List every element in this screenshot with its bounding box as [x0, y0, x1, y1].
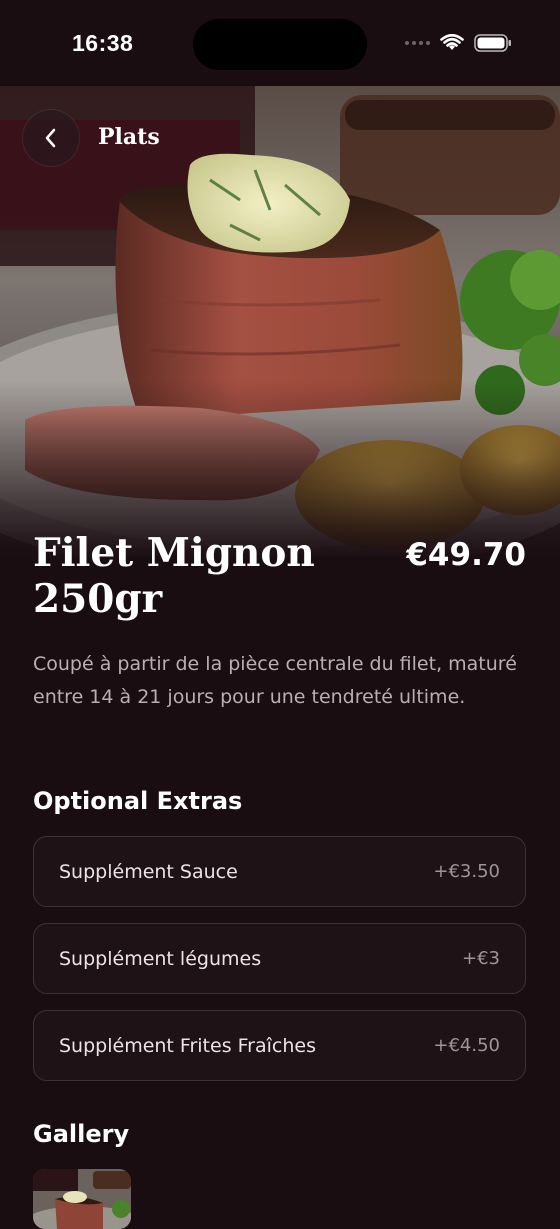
- gallery-thumbnail[interactable]: [33, 1169, 131, 1229]
- extra-item-fries[interactable]: Supplément Frites Fraîches +€4.50: [33, 1010, 526, 1081]
- status-time: 16:38: [72, 30, 134, 56]
- nav-title[interactable]: Plats: [98, 124, 160, 150]
- extra-item-sauce[interactable]: Supplément Sauce +€3.50: [33, 836, 526, 907]
- dish-description: Coupé à partir de la pièce centrale du f…: [33, 653, 517, 708]
- extra-item-vegetables[interactable]: Supplément légumes +€3: [33, 923, 526, 994]
- extra-item-name: Supplément Frites Fraîches: [59, 1034, 316, 1057]
- back-button[interactable]: [23, 110, 79, 166]
- status-bar: 16:38: [0, 0, 560, 86]
- dynamic-island: [193, 19, 367, 70]
- status-icons: [405, 34, 512, 52]
- dish-title: Filet Mignon 250gr: [33, 530, 315, 622]
- gallery-heading: Gallery: [33, 1120, 130, 1148]
- cellular-signal-icon: [405, 41, 430, 45]
- extra-item-price: +€4.50: [433, 1035, 500, 1056]
- extra-item-price: +€3: [462, 948, 500, 969]
- extras-list: Supplément Sauce +€3.50 Supplément légum…: [33, 836, 526, 1097]
- chevron-left-icon: [45, 128, 56, 148]
- battery-icon: [474, 34, 511, 52]
- extras-heading: Optional Extras: [33, 787, 243, 815]
- wifi-icon: [440, 34, 464, 50]
- extra-item-price: +€3.50: [433, 861, 500, 882]
- dish-price: €49.70: [406, 537, 526, 573]
- extra-item-name: Supplément Sauce: [59, 860, 238, 883]
- extra-item-name: Supplément légumes: [59, 947, 262, 970]
